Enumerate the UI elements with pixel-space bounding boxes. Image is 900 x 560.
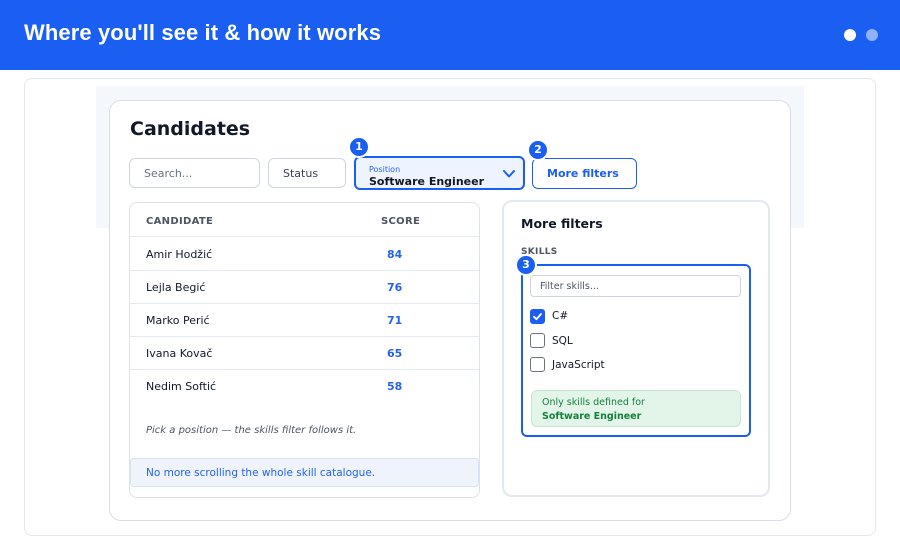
column-header-candidate[interactable]: CANDIDATE (146, 216, 213, 227)
skill-label-javascript[interactable]: JavaScript (552, 359, 605, 371)
skill-filter-placeholder: Filter skills... (540, 281, 599, 292)
chevron-down-icon (503, 170, 515, 178)
info-text: No more scrolling the whole skill catalo… (146, 467, 376, 479)
column-header-score[interactable]: SCORE (381, 216, 420, 227)
header-banner: Where you'll see it & how it works (0, 0, 900, 70)
candidate-name[interactable]: Amir Hodžić (146, 248, 212, 261)
header-divider (130, 236, 479, 237)
candidate-score: 71 (387, 314, 403, 327)
skill-checkbox-sql[interactable] (530, 333, 545, 348)
search-input[interactable]: Search... (129, 158, 260, 188)
skill-label-csharp[interactable]: C# (552, 310, 568, 322)
candidate-score: 58 (387, 380, 403, 393)
position-value: Software Engineer (369, 175, 484, 188)
candidate-name[interactable]: Nedim Softić (146, 380, 216, 393)
row-divider (130, 270, 479, 271)
more-filters-title: More filters (521, 216, 603, 231)
skills-scope-note: Only skills defined for Software Enginee… (531, 390, 741, 427)
row-divider (130, 336, 479, 337)
more-filters-button[interactable]: More filters (532, 158, 637, 189)
page-title: Candidates (130, 118, 251, 140)
check-icon (533, 313, 542, 321)
carousel-dot-1[interactable] (844, 29, 856, 41)
more-filters-label: More filters (547, 167, 619, 180)
row-divider (130, 369, 479, 370)
candidate-name[interactable]: Lejla Begić (146, 281, 205, 294)
step-badge-3: 3 (515, 254, 537, 276)
banner-title: Where you'll see it & how it works (24, 20, 382, 45)
row-divider (130, 303, 479, 304)
skill-label-sql[interactable]: SQL (552, 335, 573, 347)
table-hint: Pick a position — the skills filter foll… (146, 425, 357, 436)
note-line-2: Software Engineer (542, 411, 642, 422)
candidate-score: 76 (387, 281, 403, 294)
candidate-score: 65 (387, 347, 403, 360)
note-line-1: Only skills defined for (542, 397, 645, 408)
skill-checkbox-csharp[interactable] (530, 309, 545, 324)
candidate-score: 84 (387, 248, 403, 261)
candidate-name[interactable]: Marko Perić (146, 314, 210, 327)
position-select[interactable]: Position Software Engineer (354, 156, 525, 190)
skill-checkbox-javascript[interactable] (530, 357, 545, 372)
step-badge-2: 2 (527, 139, 549, 161)
status-filter[interactable]: Status (268, 158, 346, 188)
carousel-dot-2[interactable] (866, 29, 878, 41)
skill-filter-input[interactable]: Filter skills... (530, 275, 741, 297)
position-caption: Position (369, 165, 401, 174)
status-label: Status (283, 167, 319, 180)
candidate-name[interactable]: Ivana Kovač (146, 347, 212, 360)
step-badge-1: 1 (348, 136, 370, 158)
search-placeholder: Search... (144, 167, 193, 180)
info-bar: No more scrolling the whole skill catalo… (130, 458, 479, 487)
